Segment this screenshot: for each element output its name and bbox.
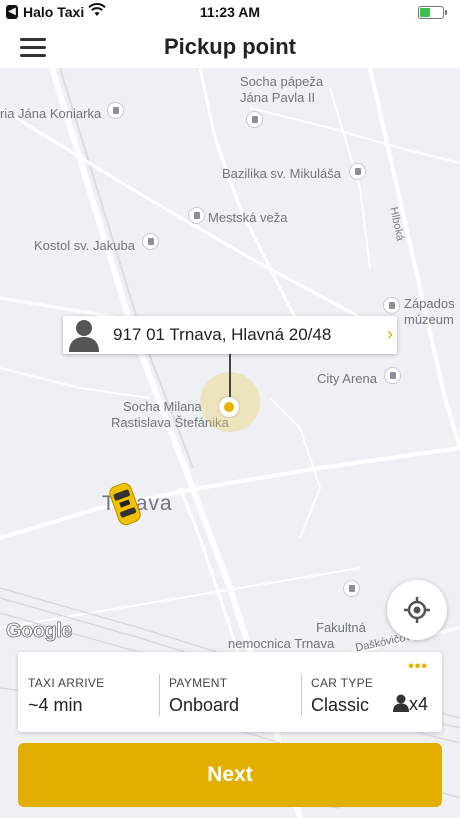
- poi-label: Socha pápeža: [240, 74, 324, 89]
- church-icon[interactable]: [349, 163, 366, 180]
- poi-label: nemocnica Trnava: [228, 636, 335, 651]
- poi-label: Západos: [404, 296, 455, 311]
- poi-label: City Arena: [317, 371, 377, 386]
- poi-label: Fakultná: [316, 620, 366, 635]
- poi-label: Kostol sv. Jakuba: [34, 238, 135, 253]
- google-logo: Google: [6, 620, 73, 643]
- hospital-icon[interactable]: [343, 580, 360, 597]
- divider: [159, 674, 160, 716]
- status-bar: ◀ Halo Taxi 11:23 AM: [0, 0, 460, 26]
- car-type-label: CAR TYPE: [311, 676, 374, 690]
- car-type-value: Classic: [311, 695, 370, 715]
- taxi-arrive-label: TAXI ARRIVE: [28, 676, 105, 690]
- car-type-section[interactable]: CAR TYPE Classic: [311, 676, 401, 722]
- pickup-address-callout[interactable]: 917 01 Trnava, Hlavná 20/48 ›: [63, 316, 397, 354]
- seat-count: x4: [392, 694, 428, 715]
- my-location-button[interactable]: [387, 580, 447, 640]
- monument-icon[interactable]: [246, 111, 263, 128]
- ride-info-card: ••• TAXI ARRIVE ~4 min PAYMENT Onboard C…: [18, 652, 442, 732]
- payment-section[interactable]: PAYMENT Onboard: [169, 676, 299, 722]
- church-icon[interactable]: [142, 233, 159, 250]
- stadium-icon[interactable]: [384, 367, 401, 384]
- battery-icon: [418, 6, 447, 19]
- museum-icon[interactable]: [383, 297, 400, 314]
- seat-count-value: x4: [408, 694, 428, 714]
- crosshair-icon: [404, 597, 430, 623]
- page-title: Pickup point: [164, 34, 296, 59]
- divider: [301, 674, 302, 716]
- poi-label: Mestská veža: [208, 210, 288, 225]
- monument-icon[interactable]: [188, 207, 205, 224]
- pickup-location-pin-icon[interactable]: [219, 397, 239, 417]
- payment-label: PAYMENT: [169, 676, 228, 690]
- theatre-icon[interactable]: [107, 102, 124, 119]
- person-icon: [69, 320, 99, 352]
- poi-label: Socha Milana: [123, 399, 202, 414]
- next-button[interactable]: Next: [18, 743, 442, 807]
- payment-value: Onboard: [169, 695, 240, 715]
- pickup-pin-stem: [229, 354, 231, 402]
- pickup-address: 917 01 Trnava, Hlavná 20/48: [113, 325, 332, 344]
- nav-bar: Pickup point: [0, 26, 460, 68]
- more-options-icon[interactable]: •••: [408, 658, 428, 676]
- passenger-icon: [392, 694, 409, 712]
- taxi-arrive-value: ~4 min: [28, 695, 83, 715]
- poi-label: ria Jána Koniarka: [0, 106, 102, 121]
- poi-label: múzeum: [404, 312, 454, 327]
- poi-label: Bazilika sv. Mikuláša: [222, 166, 341, 181]
- chevron-right-icon: ›: [387, 324, 393, 344]
- taxi-arrive-section: TAXI ARRIVE ~4 min: [28, 676, 158, 722]
- clock: 11:23 AM: [199, 4, 261, 20]
- poi-label: Jána Pavla II: [240, 90, 316, 105]
